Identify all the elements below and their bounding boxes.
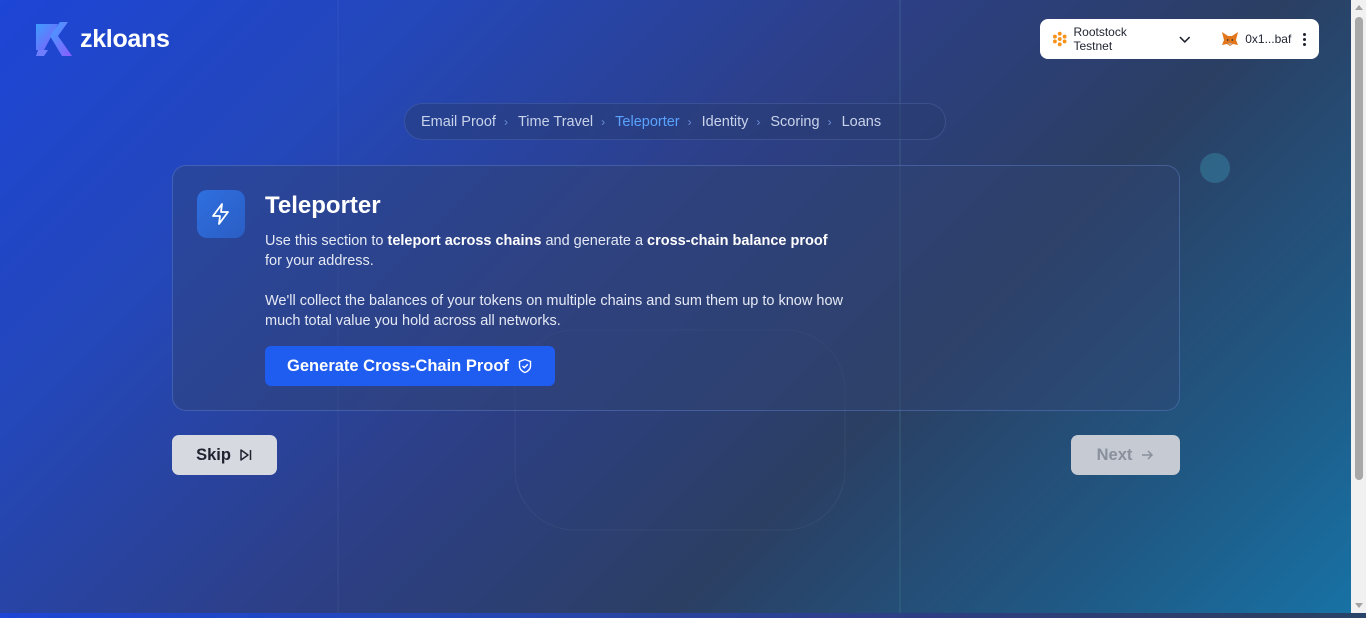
skip-forward-icon	[240, 449, 252, 461]
chevron-right-icon: ›	[827, 114, 832, 129]
scroll-thumb[interactable]	[1355, 17, 1363, 480]
chevron-down-icon	[1179, 36, 1190, 44]
generate-proof-button[interactable]: Generate Cross-Chain Proof	[265, 346, 555, 386]
teleporter-card: Teleporter Use this section to teleport …	[172, 165, 1180, 411]
brand-name: zkloans	[80, 24, 170, 53]
scroll-up-icon[interactable]	[1355, 5, 1363, 10]
rootstock-icon	[1052, 31, 1067, 47]
metamask-fox-icon	[1222, 32, 1239, 46]
breadcrumb: Email Proof › Time Travel › Teleporter ›…	[404, 103, 946, 140]
chevron-right-icon: ›	[756, 114, 761, 129]
crumb-teleporter[interactable]: Teleporter	[615, 114, 679, 130]
arrow-right-icon	[1142, 450, 1154, 460]
crumb-scoring[interactable]: Scoring	[770, 114, 819, 130]
vertical-scrollbar[interactable]	[1351, 0, 1366, 613]
crumb-loans[interactable]: Loans	[842, 114, 882, 130]
description-paragraph-1: Use this section to teleport across chai…	[265, 233, 828, 269]
description-paragraph-2: We'll collect the balances of your token…	[265, 293, 843, 329]
account-selector[interactable]: 0x1...baf	[1221, 31, 1291, 47]
next-button[interactable]: Next	[1071, 435, 1180, 475]
skip-button[interactable]: Skip	[172, 435, 277, 475]
network-label: Rootstock Testnet	[1073, 25, 1127, 53]
card-description: Use this section to teleport across chai…	[265, 231, 845, 331]
scroll-down-icon[interactable]	[1355, 603, 1363, 608]
chevron-right-icon: ›	[503, 114, 508, 129]
account-label: 0x1...baf	[1245, 32, 1292, 46]
zk-logo-icon	[36, 22, 72, 56]
chevron-right-icon: ›	[687, 114, 692, 129]
wallet-widget: Rootstock Testnet 0x1...baf	[1040, 19, 1319, 59]
lightning-icon	[197, 190, 245, 238]
network-selector[interactable]: Rootstock Testnet	[1052, 25, 1191, 53]
card-title: Teleporter	[265, 192, 381, 219]
brand-logo[interactable]: zkloans	[34, 20, 170, 58]
more-options-icon[interactable]	[1299, 32, 1309, 46]
crumb-time-travel[interactable]: Time Travel	[518, 114, 593, 130]
shield-check-icon	[518, 358, 532, 374]
crumb-identity[interactable]: Identity	[702, 114, 749, 130]
chevron-right-icon: ›	[601, 114, 606, 129]
crumb-email-proof[interactable]: Email Proof	[421, 114, 496, 130]
